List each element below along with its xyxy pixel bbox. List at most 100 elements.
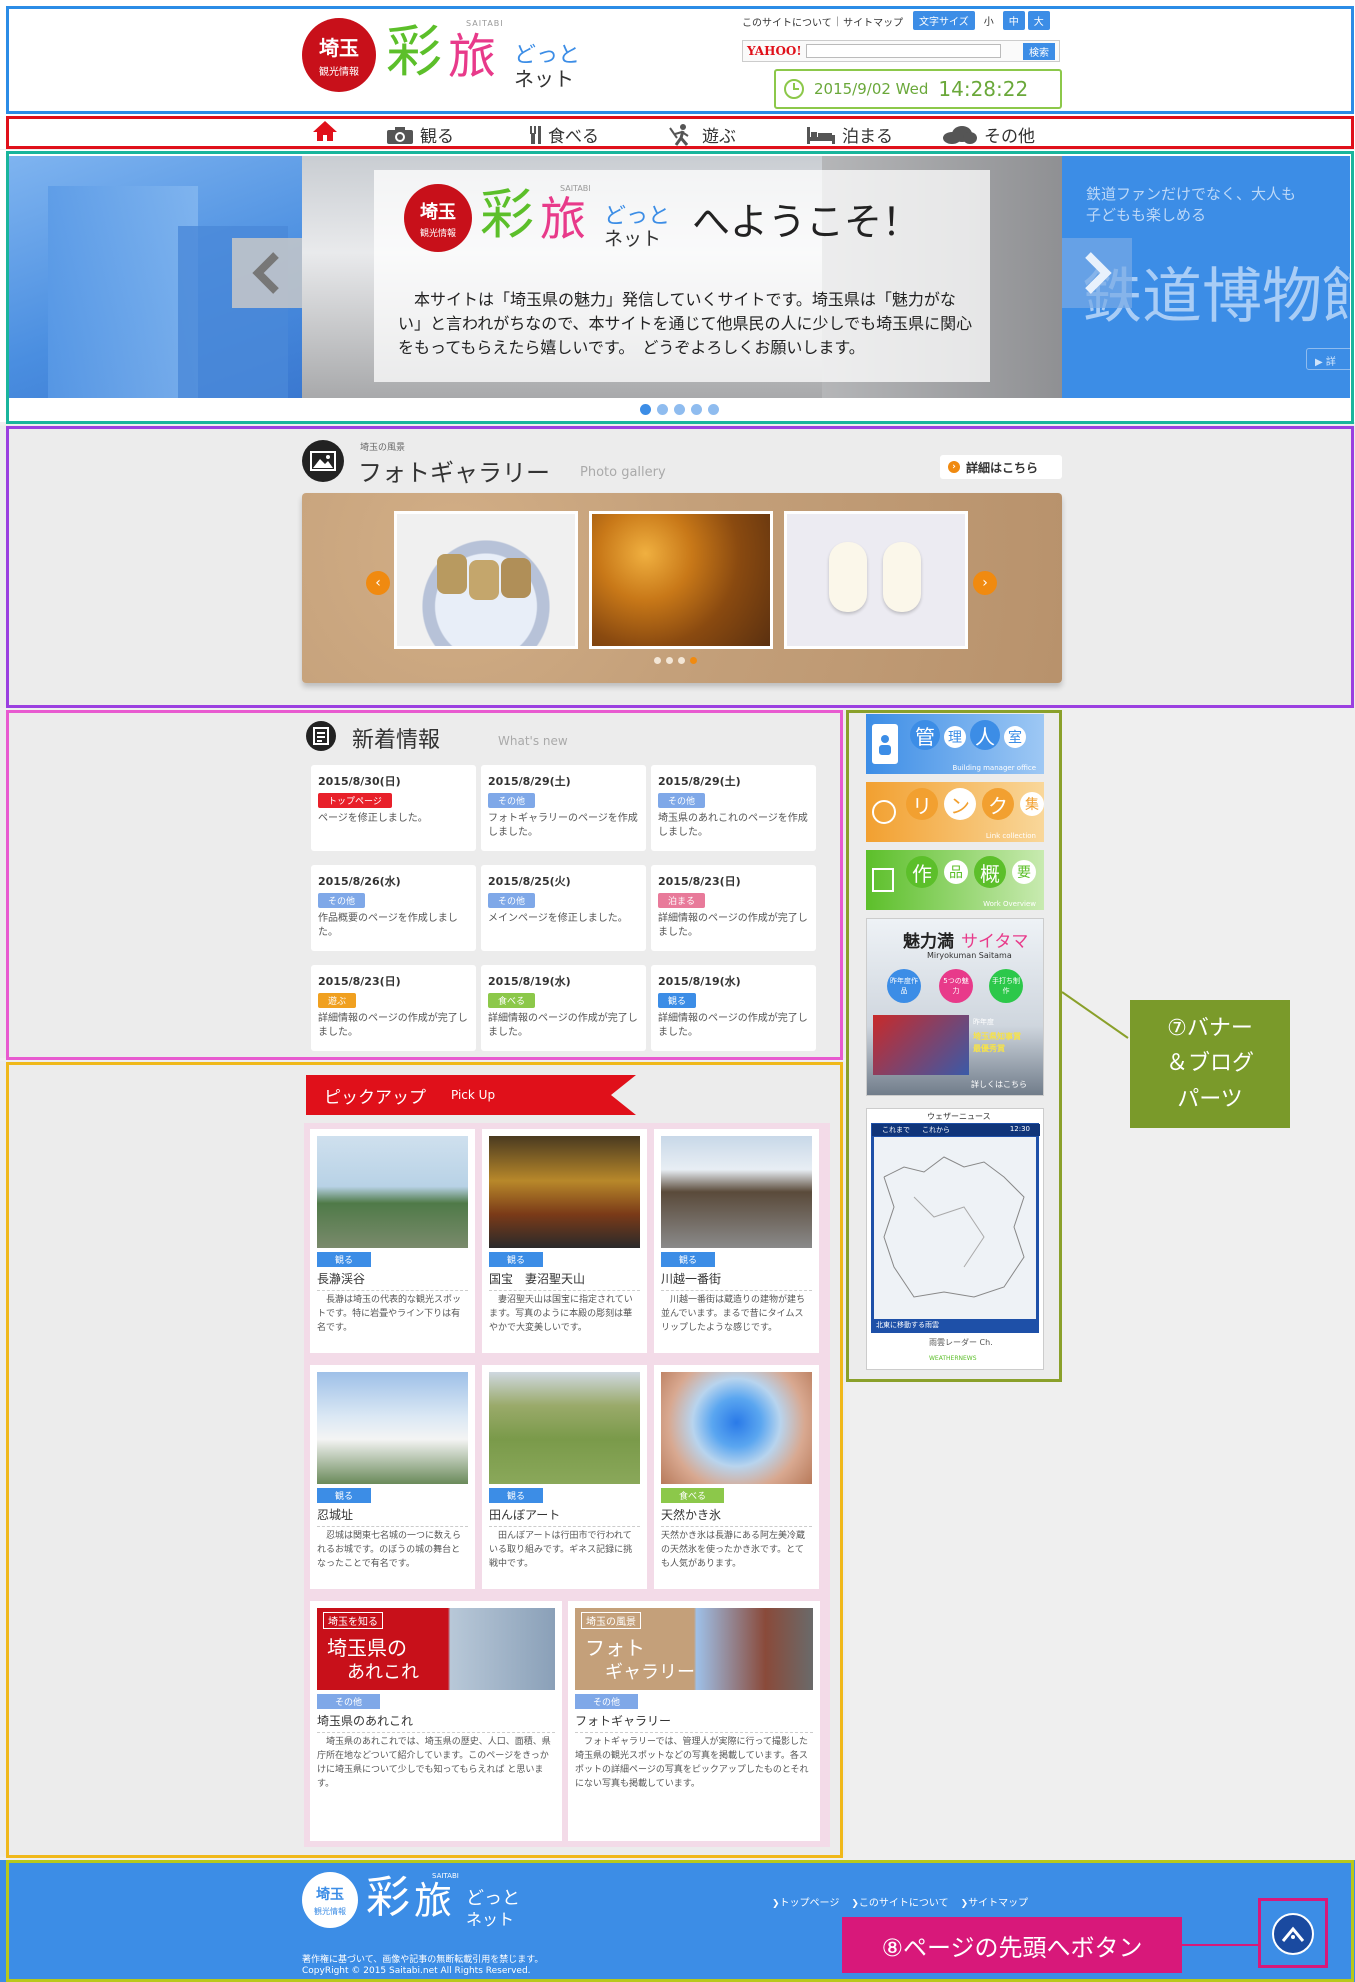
news-date: 2015/8/23(日) bbox=[658, 875, 741, 888]
news-item[interactable]: 2015/8/25(火) その他 メインページを修正しました。 bbox=[481, 865, 646, 951]
gallery-kicker: 埼玉の風景 bbox=[360, 443, 406, 453]
annotation-banner-label: ⑦バナー ＆ブログ パーツ bbox=[1130, 1000, 1290, 1128]
gallery-next-button[interactable]: › bbox=[973, 571, 997, 595]
slider-next-button[interactable] bbox=[1062, 238, 1132, 308]
slider-dot[interactable] bbox=[691, 404, 702, 415]
banner-miryokuman[interactable]: 魅力満 サイタマ Miryokuman Saitama 昨年度作品 5つの魅力 … bbox=[866, 918, 1044, 1096]
fontsize-mid-button[interactable]: 中 bbox=[1002, 11, 1025, 30]
news-item[interactable]: 2015/8/19(水) 観る 詳細情報のページの作成が完了しました。 bbox=[651, 965, 816, 1051]
nav-item-miru[interactable]: 観る bbox=[386, 122, 454, 147]
gallery-photo[interactable] bbox=[589, 511, 773, 649]
nav-home[interactable] bbox=[312, 120, 338, 142]
nav-item-asobu[interactable]: 遊ぶ bbox=[668, 122, 736, 147]
banner-work-overview[interactable]: 作 品 概 要 Work Overview bbox=[866, 850, 1044, 910]
gallery-photo[interactable] bbox=[394, 511, 578, 649]
footer-notice: 著作権に基づいて、画像や記事の無断転載引用を禁じます。 bbox=[302, 1955, 544, 1965]
news-date: 2015/8/26(水) bbox=[318, 875, 401, 888]
pickup-card[interactable]: 観る 長瀞渓谷 長瀞は埼玉の代表的な観光スポットです。特に岩畳やライン下りは有名で… bbox=[310, 1129, 475, 1353]
category-badge: 観る bbox=[489, 1252, 544, 1267]
news-date: 2015/8/25(火) bbox=[488, 875, 571, 888]
search-button[interactable]: 検索 bbox=[1023, 42, 1055, 60]
banner-admin-room[interactable]: 管 理 人 室 Building manager office bbox=[866, 714, 1044, 774]
pickup-card[interactable]: 観る 忍城址 忍城は関東七名城の一つに数えられるお城です。のぼうの城の舞台となった… bbox=[310, 1365, 475, 1589]
site-header: 埼玉 観光情報 SAITABI 彩 旅 どっと ネット このサイトについて | … bbox=[0, 0, 1355, 117]
footer-link-sitemap[interactable]: ❯サイトマップ bbox=[961, 1894, 1029, 1909]
walk-icon bbox=[669, 123, 689, 146]
weather-map-outline bbox=[883, 1156, 1025, 1298]
footer-link-top[interactable]: ❯トップページ bbox=[772, 1894, 839, 1909]
clock-date: 2015/9/02 Wed bbox=[814, 80, 929, 98]
weather-widget: ウェザーニュース これまで これから 12:30 北東に移動する雨雲 雨雲レーダ… bbox=[866, 1108, 1044, 1370]
gallery-icon bbox=[302, 440, 344, 482]
person-icon bbox=[872, 724, 898, 764]
pickup-promo-card[interactable]: 埼玉を知る 埼玉県の あれこれ その他 埼玉県のあれこれ 埼玉県のあれこれでは、埼玉県の… bbox=[310, 1601, 562, 1841]
news-text: ページを修正しました。 bbox=[318, 813, 428, 824]
about-link[interactable]: このサイトについて bbox=[742, 14, 832, 29]
footer-copyright: CopyRight © 2015 Saitabi.net All Rights … bbox=[302, 1966, 531, 1976]
globe-icon bbox=[872, 800, 896, 824]
news-item[interactable]: 2015/8/23(日) 泊まる 詳細情報のページの作成が完了しました。 bbox=[651, 865, 816, 951]
nav-item-sonota[interactable]: その他 bbox=[942, 122, 1035, 147]
welcome-text: 本サイトは「埼玉県の魅力」発信していくサイトです。埼玉県は「魅力がない」と言われ… bbox=[398, 290, 973, 357]
pickup-photo bbox=[661, 1136, 812, 1248]
pickup-title: 忍城址 bbox=[317, 1506, 468, 1527]
annotation-connector bbox=[1061, 991, 1129, 1039]
news-item[interactable]: 2015/8/26(水) その他 作品概要のページを作成しました。 bbox=[311, 865, 476, 951]
news-item[interactable]: 2015/8/23(日) 遊ぶ 詳細情報のページの作成が完了しました。 bbox=[311, 965, 476, 1051]
news-item[interactable]: 2015/8/30(日) トップページ ページを修正しました。 bbox=[311, 765, 476, 851]
sitemap-link[interactable]: サイトマップ bbox=[843, 14, 903, 29]
news-date: 2015/8/19(水) bbox=[658, 975, 741, 988]
site-footer: 埼玉 観光情報 SAITABI 彩 旅 どっと ネット ❯トップページ ❯このサ… bbox=[0, 1860, 1355, 1982]
footer-link-about[interactable]: ❯このサイトについて bbox=[851, 1894, 948, 1909]
slider-prev-button[interactable] bbox=[232, 238, 302, 308]
pickup-photo bbox=[489, 1372, 640, 1484]
pickup-card[interactable]: 観る 国宝 妻沼聖天山 妻沼聖天山は国宝に指定されています。写真のように本殿の彫刻… bbox=[482, 1129, 647, 1353]
news-item[interactable]: 2015/8/29(土) その他 フォトギャラリーのページを作成しました。 bbox=[481, 765, 646, 851]
gallery-prev-button[interactable]: ‹ bbox=[366, 571, 390, 595]
weather-map[interactable]: これまで これから 12:30 北東に移動する雨雲 bbox=[871, 1123, 1040, 1333]
news-icon bbox=[306, 721, 336, 751]
slider-dot[interactable] bbox=[674, 404, 685, 415]
nav-item-tomaru[interactable]: 泊まる bbox=[806, 122, 893, 147]
welcome-panel: 埼玉 観光情報 SAITABI 彩 旅 どっと ネット へようこそ！ 本サイトは… bbox=[374, 170, 990, 382]
pickup-photo bbox=[489, 1136, 640, 1248]
pickup-ribbon: ピックアップ Pick Up bbox=[306, 1075, 636, 1115]
site-logo[interactable]: 埼玉 観光情報 SAITABI 彩 旅 どっと ネット bbox=[302, 18, 586, 92]
fontsize-small-button[interactable]: 小 bbox=[977, 11, 1000, 30]
pickup-photo bbox=[317, 1372, 468, 1484]
search-input[interactable] bbox=[805, 44, 1001, 58]
category-badge: 観る bbox=[317, 1488, 372, 1503]
news-text: フォトギャラリーのページを作成しました。 bbox=[488, 813, 638, 838]
chevron-right-icon bbox=[1085, 252, 1112, 294]
chevron-right-icon: › bbox=[982, 575, 988, 591]
slider-dot[interactable] bbox=[708, 404, 719, 415]
welcome-title: へようこそ！ bbox=[692, 199, 921, 244]
news-text: 詳細情報のページの作成が完了しました。 bbox=[658, 913, 808, 938]
slider-dot-active[interactable] bbox=[640, 404, 651, 415]
pickup-desc: 妻沼聖天山は国宝に指定されています。写真のように本殿の彫刻は華やかで大変美しいで… bbox=[489, 1295, 633, 1333]
news-item[interactable]: 2015/8/19(水) 食べる 詳細情報のページの作成が完了しました。 bbox=[481, 965, 646, 1051]
yahoo-logo: YAHOO! bbox=[747, 44, 802, 58]
next-slide-more-button[interactable]: ▶ 詳 bbox=[1306, 348, 1350, 370]
news-date: 2015/8/23(日) bbox=[318, 975, 401, 988]
fontsize-large-button[interactable]: 大 bbox=[1027, 11, 1050, 30]
pickup-promo-card[interactable]: 埼玉の風景 フォト ギャラリー その他 フォトギャラリー フォトギャラリーでは、管理人が… bbox=[568, 1601, 820, 1841]
promo-banner: 埼玉を知る 埼玉県の あれこれ bbox=[317, 1608, 555, 1690]
pickup-title: 埼玉県のあれこれ bbox=[317, 1712, 555, 1733]
nav-item-taberu[interactable]: 食べる bbox=[528, 122, 599, 147]
to-top-button[interactable] bbox=[1272, 1913, 1314, 1955]
pickup-section: ピックアップ Pick Up 観る 長瀞渓谷 長瀞は埼玉の代表的な観光スポットです… bbox=[0, 1061, 845, 1857]
gallery-dots bbox=[654, 657, 697, 664]
photo-gallery-section: 埼玉の風景 フォトギャラリー Photo gallery › 詳細はこちら ‹ … bbox=[0, 425, 1355, 708]
pickup-card[interactable]: 食べる 天然かき氷 天然かき氷は長瀞にある阿左美冷蔵の天然氷を使ったかき氷です。とて… bbox=[654, 1365, 819, 1589]
pickup-card[interactable]: 観る 田んぼアート 田んぼアートは行田市で行われている取り組みです。ギネス記録に挑… bbox=[482, 1365, 647, 1589]
clock-icon bbox=[784, 79, 804, 99]
banner-links[interactable]: リ ン ク 集 Link collection bbox=[866, 782, 1044, 842]
pickup-card[interactable]: 観る 川越一番街 川越一番街は蔵造りの建物が建ち並んでいます。まるで昔にタイムスリ… bbox=[654, 1129, 819, 1353]
footer-logo[interactable]: 埼玉 観光情報 SAITABI 彩 旅 どっと ネット bbox=[302, 1872, 536, 1929]
gallery-photo[interactable] bbox=[784, 511, 968, 649]
slider-dot[interactable] bbox=[657, 404, 668, 415]
news-item[interactable]: 2015/8/29(土) その他 埼玉県のあれこれのページを作成しました。 bbox=[651, 765, 816, 851]
gallery-detail-button[interactable]: › 詳細はこちら bbox=[940, 455, 1062, 479]
hero-slider: 埼玉 観光情報 SAITABI 彩 旅 どっと ネット へようこそ！ 本サイトは… bbox=[0, 150, 1355, 422]
